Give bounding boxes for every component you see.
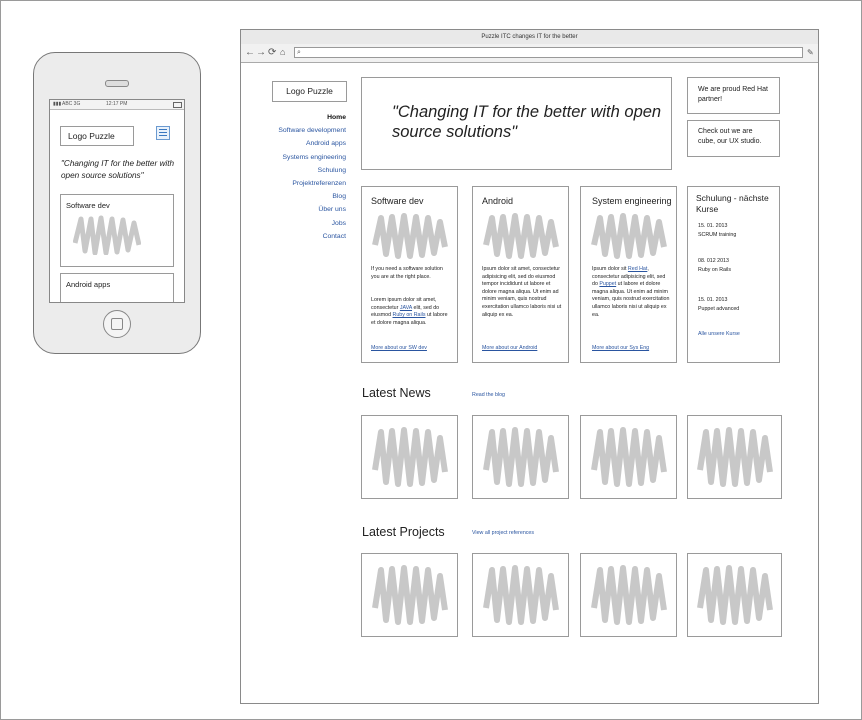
image-placeholder-icon: [697, 565, 773, 625]
project-item[interactable]: [361, 553, 458, 637]
image-placeholder-icon: [73, 215, 141, 255]
nav-blog[interactable]: Blog: [262, 190, 346, 203]
nav-projektreferenzen[interactable]: Projektreferenzen: [262, 177, 346, 190]
promo-redhat[interactable]: We are proud Red Hat partner!: [687, 77, 780, 114]
image-placeholder-icon: [697, 427, 773, 487]
promo-cube[interactable]: Check out we are cube, our UX studio.: [687, 120, 780, 157]
home-icon[interactable]: ⌂: [280, 46, 285, 59]
back-arrow-icon[interactable]: ←: [245, 46, 255, 59]
more-android-link[interactable]: More about our Android: [482, 345, 537, 353]
nav-systems-engineering[interactable]: Systems engineering: [262, 151, 346, 164]
nav-android-apps[interactable]: Android apps: [262, 137, 346, 150]
news-item[interactable]: [687, 415, 782, 499]
image-placeholder-icon: [372, 213, 448, 259]
latest-projects-heading: Latest Projects: [362, 525, 445, 539]
red-hat-link[interactable]: Red Hat: [628, 266, 647, 272]
image-placeholder-icon: [591, 213, 667, 259]
mobile-screen: ▮▮▮ ABC 3G 12:17 PM Logo Puzzle "Changin…: [49, 99, 185, 303]
browser-title-bar: Puzzle ITC changes IT for the better: [241, 30, 818, 45]
nav-software-development[interactable]: Software development: [262, 124, 346, 137]
card-title: Software dev: [371, 196, 424, 206]
image-placeholder-icon: [372, 427, 448, 487]
signal-icon: ▮▮▮: [53, 101, 62, 107]
service-card-sysengineering: System engineering Ipsum dolor sit Red H…: [580, 186, 677, 363]
card-body: Ipsum dolor sit amet, consectetur adipis…: [482, 266, 562, 318]
mobile-card-title: Software dev: [66, 201, 110, 210]
news-item[interactable]: [580, 415, 677, 499]
image-placeholder-icon: [483, 427, 559, 487]
all-projects-link[interactable]: View all project references: [472, 530, 534, 538]
mobile-status-bar: ▮▮▮ ABC 3G 12:17 PM: [50, 100, 184, 110]
image-placeholder-icon: [372, 565, 448, 625]
course-date: 15. 01. 2013: [698, 297, 728, 303]
course-date: 08. 012 2013: [698, 258, 729, 264]
hamburger-menu-icon[interactable]: [156, 126, 170, 140]
wrench-icon[interactable]: ✎: [807, 46, 814, 59]
carrier-label: ABC 3G: [62, 101, 81, 107]
image-placeholder-icon: [591, 427, 667, 487]
read-blog-link[interactable]: Read the blog: [472, 392, 505, 400]
site-logo[interactable]: Logo Puzzle: [272, 81, 347, 102]
reload-icon[interactable]: ⟳: [268, 46, 276, 59]
address-bar[interactable]: ⌕: [294, 47, 803, 58]
hero-banner: "Changing IT for the better with open so…: [361, 77, 672, 170]
project-item[interactable]: [472, 553, 569, 637]
home-button[interactable]: [103, 310, 131, 338]
phone-speaker: [105, 80, 129, 87]
nav-jobs[interactable]: Jobs: [262, 217, 346, 230]
course-name: Ruby on Rails: [698, 267, 731, 273]
image-placeholder-icon: [483, 565, 559, 625]
card-body: Ipsum dolor sit Red Hat, consectetur adi…: [592, 266, 670, 318]
project-item[interactable]: [580, 553, 677, 637]
mobile-card-software[interactable]: Software dev: [60, 194, 174, 267]
search-icon: ⌕: [297, 49, 301, 56]
clock-label: 12:17 PM: [106, 101, 128, 107]
project-item[interactable]: [687, 553, 782, 637]
nav-home[interactable]: Home: [262, 111, 346, 124]
forward-arrow-icon[interactable]: →: [256, 46, 266, 59]
course-name: Puppet advanced: [698, 306, 740, 312]
service-card-android: Android Ipsum dolor sit amet, consectetu…: [472, 186, 569, 363]
mobile-quote: "Changing IT for the better with open so…: [61, 159, 175, 180]
image-placeholder-icon: [591, 565, 667, 625]
card-title: System engineering: [592, 196, 672, 206]
puppet-link[interactable]: Puppet: [599, 281, 616, 287]
java-link[interactable]: JAVA: [400, 305, 412, 311]
news-item[interactable]: [472, 415, 569, 499]
courses-card: Schulung - nächste Kurse 15. 01. 2013 SC…: [687, 186, 780, 363]
news-item[interactable]: [361, 415, 458, 499]
service-card-software: Software dev If you need a software solu…: [361, 186, 458, 363]
mobile-logo[interactable]: Logo Puzzle: [60, 126, 134, 146]
card-title: Android: [482, 196, 514, 206]
card-body: Lorem ipsum dolor sit amet, consectetur …: [371, 297, 448, 326]
mobile-card-title: Android apps: [66, 280, 111, 289]
more-software-link[interactable]: More about our SW dev: [371, 345, 427, 353]
nav-contact[interactable]: Contact: [262, 230, 346, 243]
courses-title: Schulung - nächste Kurse: [696, 193, 769, 214]
latest-news-heading: Latest News: [362, 386, 431, 400]
battery-icon: [173, 102, 182, 108]
course-date: 15. 01. 2013: [698, 223, 728, 229]
more-sysengineering-link[interactable]: More about our Sys Eng: [592, 345, 649, 353]
course-name: SCRUM training: [698, 232, 737, 238]
card-intro: If you need a software solution you are …: [371, 266, 443, 280]
image-placeholder-icon: [483, 213, 559, 259]
mobile-card-android[interactable]: Android apps: [60, 273, 174, 302]
ruby-on-rails-link[interactable]: Ruby on Rails: [393, 312, 426, 318]
hero-quote: "Changing IT for the better with open so…: [392, 103, 662, 141]
browser-toolbar: ← → ⟳ ⌂ ⌕ ✎: [241, 44, 818, 63]
site-navigation: Home Software development Android apps S…: [262, 111, 346, 243]
nav-ueber-uns[interactable]: Über uns: [262, 203, 346, 216]
home-square-icon: [111, 318, 123, 330]
nav-schulung[interactable]: Schulung: [262, 164, 346, 177]
mobile-device: ▮▮▮ ABC 3G 12:17 PM Logo Puzzle "Changin…: [33, 52, 201, 354]
all-courses-link[interactable]: Alle unsere Kurse: [698, 331, 740, 339]
